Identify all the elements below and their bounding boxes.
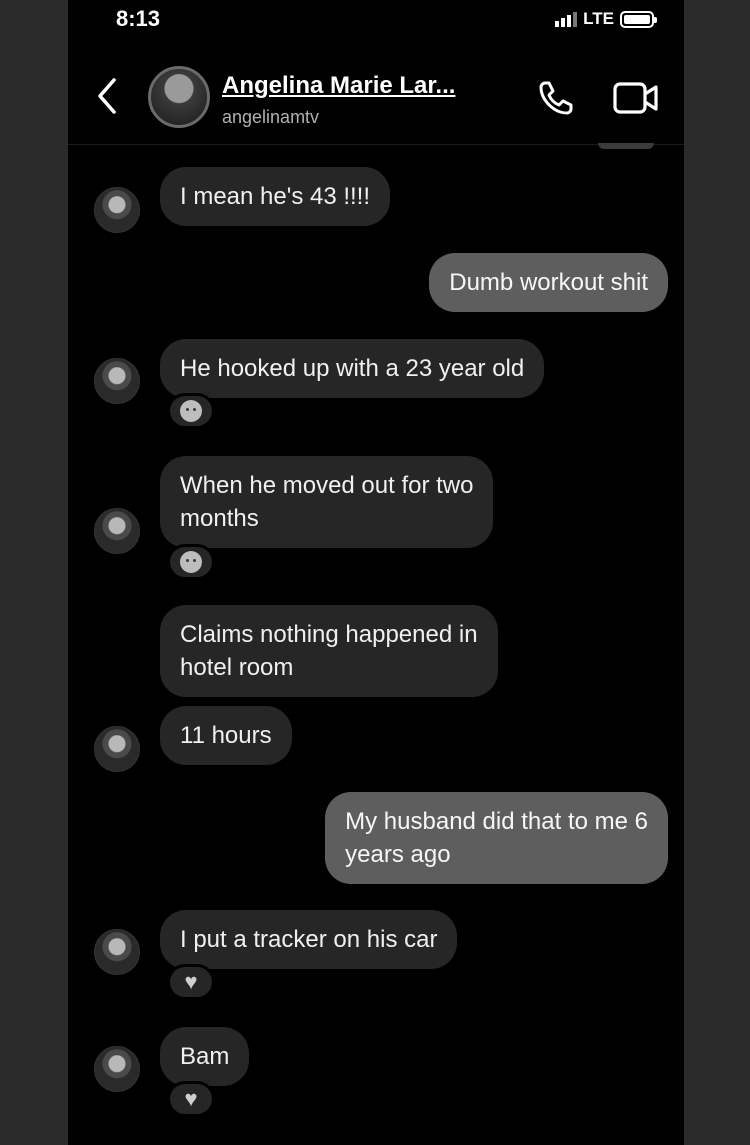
message-bubble-incoming[interactable]: I put a tracker on his car — [160, 910, 458, 969]
message-reaction[interactable] — [167, 393, 215, 429]
previous-message-edge — [598, 143, 654, 149]
sender-avatar[interactable] — [94, 358, 140, 404]
message-bubble-incoming[interactable]: Bam — [160, 1027, 250, 1086]
message-reaction[interactable]: ♥ — [167, 964, 215, 1000]
sender-avatar[interactable] — [94, 929, 140, 975]
contact-username: angelinamtv — [222, 107, 320, 127]
chevron-left-icon — [98, 78, 116, 114]
sender-avatar[interactable] — [94, 1046, 140, 1092]
sender-avatar[interactable] — [94, 508, 140, 554]
battery-icon — [620, 10, 657, 28]
sender-avatar[interactable] — [94, 726, 140, 772]
angry-face-icon — [180, 551, 202, 573]
network-label: LTE — [583, 9, 614, 28]
chat-screen: 8:13 LTE Angelina Marie Lar... angelinam… — [68, 0, 684, 1145]
status-indicators: LTE — [555, 9, 657, 29]
message-bubble-outgoing[interactable]: Dumb workout shit — [429, 253, 668, 312]
angry-face-icon — [180, 400, 202, 422]
message-bubble-incoming[interactable]: Claims nothing happened in hotel room — [160, 605, 498, 697]
back-button[interactable] — [92, 76, 122, 116]
message-line: hotel room — [180, 654, 294, 681]
message-reaction[interactable]: ♥ — [167, 1081, 215, 1117]
message-bubble-incoming[interactable]: 11 hours — [160, 706, 292, 765]
contact-name[interactable]: Angelina Marie Lar... — [222, 72, 455, 100]
message-line: When he moved out for two — [180, 472, 474, 499]
message-reaction[interactable] — [167, 544, 215, 580]
message-line: My husband did that to me 6 — [345, 808, 648, 835]
contact-avatar[interactable] — [148, 66, 210, 128]
status-time: 8:13 — [116, 6, 161, 31]
heart-icon: ♥ — [184, 969, 198, 994]
heart-icon: ♥ — [184, 1086, 198, 1111]
message-line: years ago — [345, 841, 451, 868]
message-bubble-incoming[interactable]: I mean he's 43 !!!! — [160, 167, 391, 226]
voice-call-button[interactable] — [536, 78, 576, 118]
phone-icon — [539, 81, 573, 115]
video-call-button[interactable] — [612, 80, 660, 116]
message-bubble-incoming[interactable]: When he moved out for two months — [160, 456, 494, 548]
chat-header: Angelina Marie Lar... angelinamtv — [68, 50, 684, 145]
signal-icon — [555, 11, 578, 27]
message-bubble-incoming[interactable]: He hooked up with a 23 year old — [160, 339, 545, 398]
sender-avatar[interactable] — [94, 187, 140, 233]
message-line: Claims nothing happened in — [180, 621, 478, 648]
phone-frame: 8:13 LTE Angelina Marie Lar... angelinam… — [0, 0, 750, 1145]
video-camera-icon — [613, 82, 658, 114]
message-line: months — [180, 505, 259, 532]
message-bubble-outgoing[interactable]: My husband did that to me 6 years ago — [325, 792, 668, 884]
